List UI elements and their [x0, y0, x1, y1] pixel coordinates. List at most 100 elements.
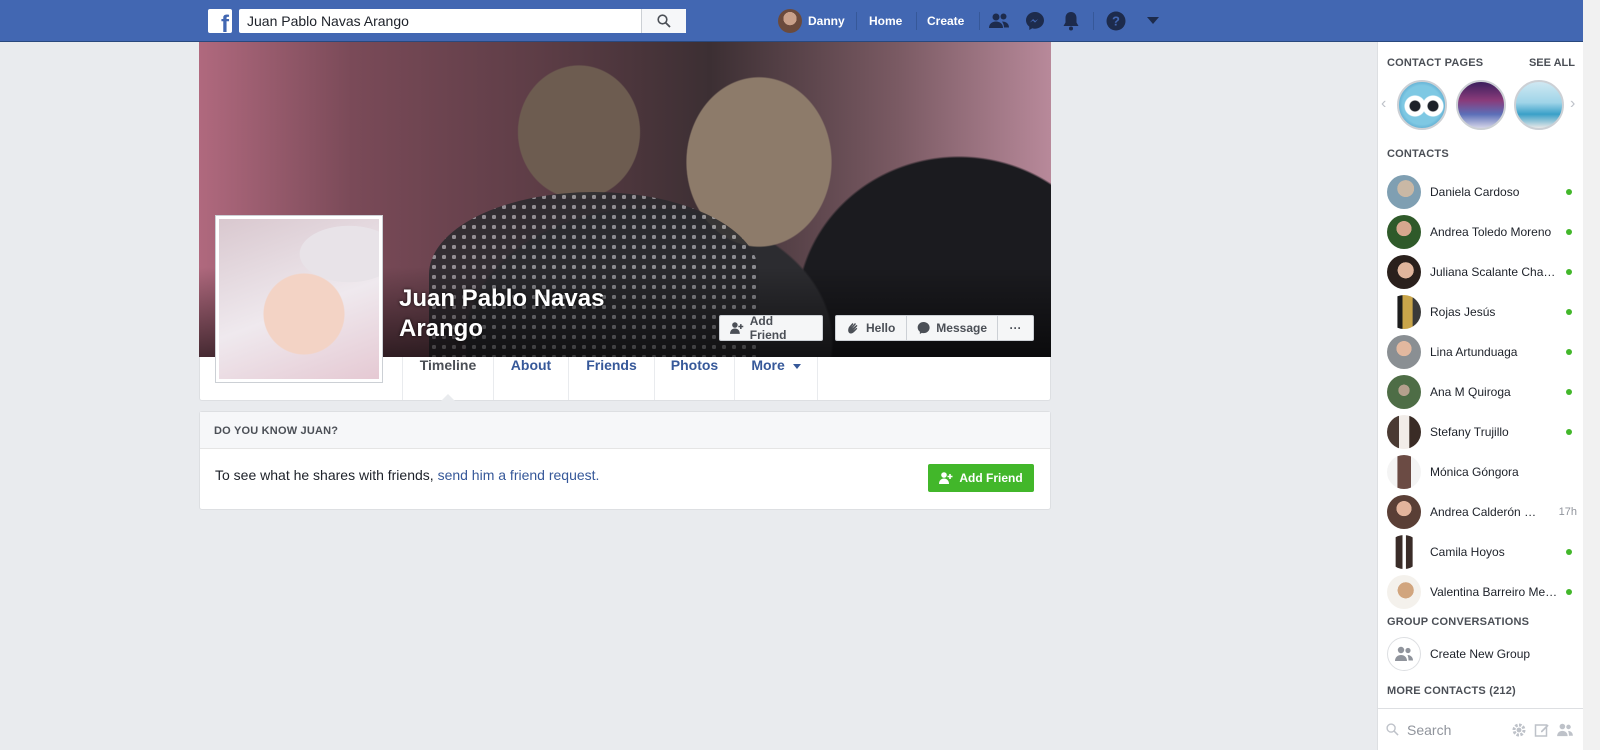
online-status-dot — [1566, 589, 1572, 595]
contact-item[interactable]: Juliana Scalante Chaparro — [1387, 254, 1577, 290]
help-icon[interactable]: ? — [1105, 10, 1127, 32]
create-new-group-button[interactable]: Create New Group — [1387, 636, 1577, 672]
gear-icon[interactable] — [1511, 722, 1527, 738]
wave-hand-icon — [848, 323, 858, 334]
account-menu-dropdown-icon[interactable] — [1142, 10, 1164, 32]
hello-label: Hello — [866, 321, 896, 335]
search-button[interactable] — [641, 9, 686, 33]
contact-item[interactable]: Camila Hoyos — [1387, 534, 1577, 570]
facebook-logo-icon[interactable]: f — [208, 9, 232, 33]
tab-friends[interactable]: Friends — [569, 357, 655, 400]
tab-timeline[interactable]: Timeline — [402, 357, 494, 401]
chat-search-bar: Search — [1378, 708, 1584, 750]
chat-search-input[interactable]: Search — [1407, 722, 1451, 738]
avatar — [778, 9, 802, 33]
group-icon — [1387, 637, 1421, 671]
contact-name: Juliana Scalante Chaparro — [1430, 265, 1558, 279]
create-group-label: Create New Group — [1430, 647, 1531, 661]
tab-about[interactable]: About — [494, 357, 569, 400]
profile-name: Juan Pablo Navas Arango — [399, 285, 605, 342]
chevron-right-icon[interactable]: › — [1570, 95, 1575, 113]
online-status-dot — [1566, 309, 1572, 315]
search-icon — [657, 14, 671, 28]
tab-photos[interactable]: Photos — [655, 357, 735, 400]
hello-button[interactable]: Hello — [835, 315, 907, 341]
avatar — [1387, 215, 1421, 249]
search-input[interactable]: Juan Pablo Navas Arango — [239, 9, 686, 33]
more-options-button[interactable]: ··· — [997, 315, 1034, 341]
scrollbar[interactable] — [1583, 0, 1600, 750]
contact-item[interactable]: Rojas Jesús — [1387, 294, 1577, 330]
messenger-icon[interactable] — [1024, 10, 1046, 32]
avatar — [1387, 415, 1421, 449]
contact-page-owl[interactable] — [1397, 80, 1447, 130]
message-label: Message — [936, 321, 987, 335]
contact-item[interactable]: Ana M Quiroga — [1387, 374, 1577, 410]
contact-name: Stefany Trujillo — [1430, 425, 1509, 439]
more-contacts-title: MORE CONTACTS (212) — [1387, 685, 1516, 697]
messenger-icon — [917, 322, 930, 334]
top-navigation-bar: f Juan Pablo Navas Arango Danny Home Cre… — [0, 0, 1583, 42]
see-all-link[interactable]: SEE ALL — [1529, 57, 1575, 69]
contact-item[interactable]: Mónica Góngora — [1387, 454, 1577, 490]
profile-link[interactable]: Danny — [778, 9, 845, 33]
avatar — [1387, 575, 1421, 609]
online-status-dot — [1566, 389, 1572, 395]
profile-picture[interactable] — [215, 215, 383, 383]
contacts-title: CONTACTS — [1387, 148, 1449, 160]
user-name: Danny — [808, 14, 845, 28]
chevron-left-icon[interactable]: ‹ — [1381, 95, 1386, 113]
svg-text:?: ? — [1112, 14, 1120, 29]
contact-item[interactable]: Andrea Toledo Moreno — [1387, 214, 1577, 250]
nav-divider — [916, 12, 917, 30]
nav-divider — [979, 12, 980, 30]
contact-item[interactable]: Lina Artunduaga — [1387, 334, 1577, 370]
tab-more[interactable]: More — [735, 357, 818, 400]
add-friend-primary-label: Add Friend — [959, 471, 1023, 485]
contact-name: Daniela Cardoso — [1430, 185, 1520, 199]
contact-name: Rojas Jesús — [1430, 305, 1496, 319]
avatar — [1387, 495, 1421, 529]
home-link[interactable]: Home — [869, 14, 902, 28]
avatar — [1387, 175, 1421, 209]
avatar — [1387, 295, 1421, 329]
create-link[interactable]: Create — [927, 14, 964, 28]
card-text-body: To see what he shares with friends, — [215, 467, 438, 483]
contact-name: Valentina Barreiro Mendez — [1430, 585, 1558, 599]
online-status-dot — [1566, 189, 1572, 195]
new-group-icon[interactable] — [1556, 723, 1574, 737]
online-status-dot — [1566, 429, 1572, 435]
online-status-dot — [1566, 269, 1572, 275]
add-friend-icon — [730, 322, 744, 334]
online-status-dot — [1566, 229, 1572, 235]
compose-icon[interactable] — [1534, 722, 1550, 738]
avatar — [1387, 375, 1421, 409]
message-button[interactable]: Message — [906, 315, 998, 341]
contact-name: Andrea Calderón Sánchez — [1430, 505, 1542, 519]
add-friend-button[interactable]: Add Friend — [719, 314, 823, 342]
chevron-down-icon — [792, 363, 801, 369]
notifications-icon[interactable] — [1060, 10, 1082, 32]
contact-item[interactable]: Daniela Cardoso — [1387, 174, 1577, 210]
add-friend-primary-button[interactable]: Add Friend — [928, 464, 1034, 492]
card-text: To see what he shares with friends, send… — [215, 467, 599, 483]
contact-page-pool[interactable] — [1514, 80, 1564, 130]
avatar — [1387, 455, 1421, 489]
chat-sidebar: CONTACT PAGES SEE ALL ‹ › CONTACTS Danie… — [1377, 42, 1584, 750]
contact-page-store[interactable] — [1456, 80, 1506, 130]
friend-request-link[interactable]: send him a friend request. — [438, 467, 600, 483]
avatar — [1387, 255, 1421, 289]
contact-pages-title: CONTACT PAGES — [1387, 57, 1484, 69]
friend-requests-icon[interactable] — [988, 10, 1010, 32]
add-friend-icon — [939, 472, 953, 484]
contact-item[interactable]: Stefany Trujillo — [1387, 414, 1577, 450]
contact-name: Camila Hoyos — [1430, 545, 1505, 559]
contact-name: Andrea Toledo Moreno — [1430, 225, 1552, 239]
avatar — [1387, 535, 1421, 569]
contact-name: Ana M Quiroga — [1430, 385, 1511, 399]
avatar — [1387, 335, 1421, 369]
contact-item[interactable]: Andrea Calderón Sánchez 17h — [1387, 494, 1577, 530]
contact-item[interactable]: Valentina Barreiro Mendez — [1387, 574, 1577, 610]
more-options-icon: ··· — [1009, 321, 1022, 335]
contact-name: Lina Artunduaga — [1430, 345, 1518, 359]
